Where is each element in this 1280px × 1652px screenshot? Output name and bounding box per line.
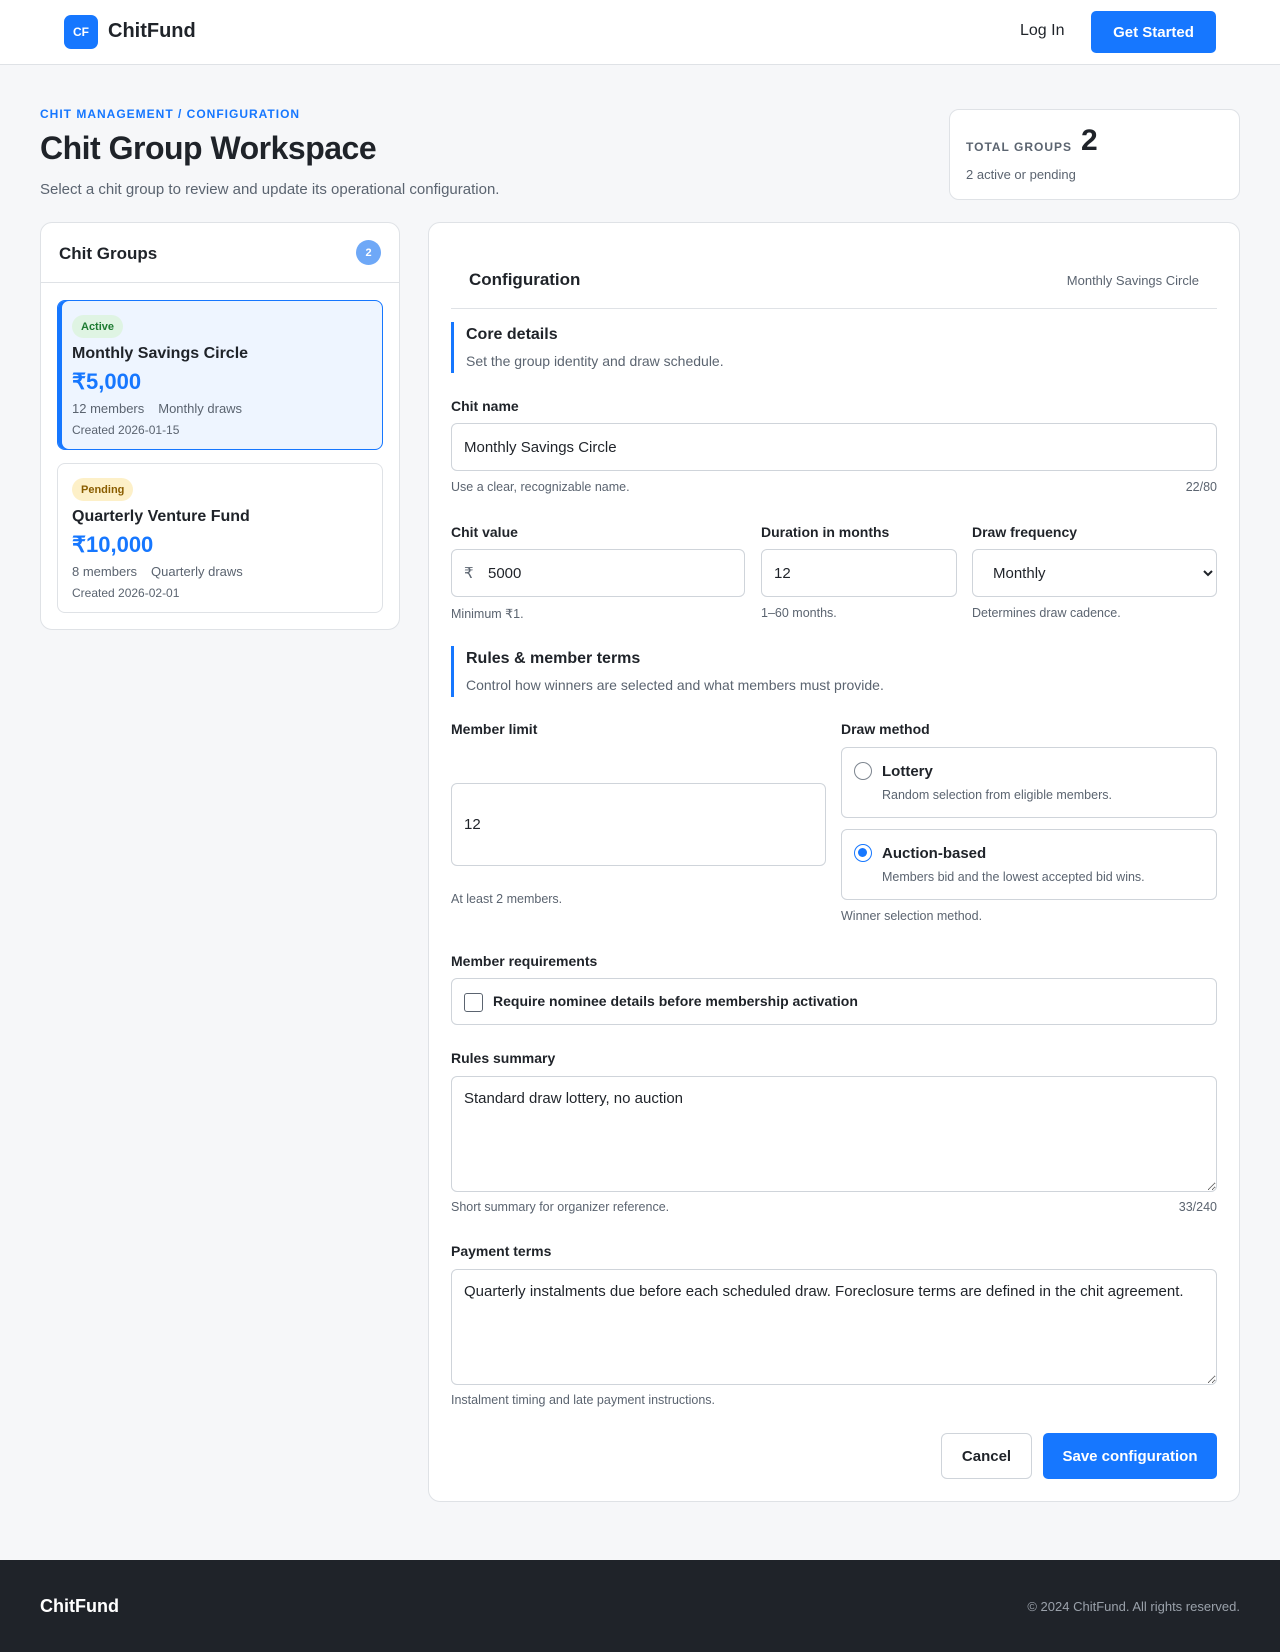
top-navbar: CF ChitFund Log In Get Started [0, 0, 1280, 65]
core-details-title: Core details [466, 326, 558, 343]
group-card-quarterly-venture-fund[interactable]: Pending Quarterly Venture Fund ₹10,000 8… [57, 463, 383, 613]
group-frequency: Quarterly draws [151, 564, 243, 579]
rules-section-heading: Rules & member terms Control how winners… [451, 646, 1217, 697]
chit-name-label: Chit name [451, 398, 519, 414]
payment-terms-hint: Instalment timing and late payment instr… [451, 1393, 716, 1407]
page-title: Chit Group Workspace [40, 130, 377, 166]
group-members: 12 members [72, 401, 145, 416]
duration-hint: 1–60 months. [761, 606, 837, 620]
chit-value-input[interactable] [451, 549, 745, 597]
rules-summary-textarea[interactable]: Standard draw lottery, no auction [451, 1076, 1217, 1192]
chit-name-hint: Use a clear, recognizable name. [451, 480, 630, 494]
checkbox-icon[interactable] [464, 993, 483, 1012]
configuration-header: Configuration Monthly Savings Circle [451, 247, 1217, 309]
draw-method-option-auction[interactable]: Auction-based Members bid and the lowest… [841, 829, 1217, 900]
total-groups-value: 2 [1081, 124, 1098, 157]
chit-groups-count-badge: 2 [356, 240, 381, 265]
group-amount: ₹10,000 [72, 532, 154, 557]
member-limit-label: Member limit [451, 721, 538, 737]
draw-frequency-select[interactable]: Monthly [972, 549, 1217, 597]
total-groups-card: TOTAL GROUPS 2 2 active or pending [949, 109, 1240, 200]
draw-method-label: Draw method [841, 721, 930, 737]
chit-value-label: Chit value [451, 524, 518, 540]
draw-frequency-label: Draw frequency [972, 524, 1078, 540]
group-name: Quarterly Venture Fund [72, 508, 250, 525]
nominee-requirement-checkbox-row[interactable]: Require nominee details before membershi… [451, 978, 1217, 1025]
draw-frequency-hint: Determines draw cadence. [972, 606, 1121, 620]
configuration-panel: Configuration Monthly Savings Circle Cor… [428, 222, 1240, 1502]
get-started-button[interactable]: Get Started [1091, 11, 1216, 53]
chit-name-input[interactable] [451, 423, 1217, 471]
rules-title: Rules & member terms [466, 650, 641, 667]
site-footer: ChitFund © 2024 ChitFund. All rights res… [0, 1560, 1280, 1652]
chit-groups-panel: Chit Groups 2 Active Monthly Savings Cir… [40, 222, 400, 630]
footer-copyright: © 2024 ChitFund. All rights reserved. [1027, 1599, 1240, 1614]
group-meta: 12 members Monthly draws [72, 401, 242, 416]
breadcrumb: CHIT MANAGEMENT / CONFIGURATION [40, 107, 301, 121]
brand-name[interactable]: ChitFund [108, 20, 196, 43]
draw-method-option-description: Members bid and the lowest accepted bid … [882, 870, 1145, 884]
group-frequency: Monthly draws [158, 401, 243, 416]
draw-method-option-title: Lottery [882, 763, 933, 780]
nominee-requirement-label: Require nominee details before membershi… [493, 993, 858, 1009]
total-groups-label: TOTAL GROUPS [966, 140, 1073, 154]
rules-summary-label: Rules summary [451, 1050, 556, 1066]
group-meta: 8 members Quarterly draws [72, 564, 243, 579]
radio-checked-icon[interactable] [854, 844, 872, 862]
total-groups-note: 2 active or pending [966, 167, 1076, 182]
group-created-date: Created 2026-01-15 [72, 423, 180, 437]
draw-method-hint: Winner selection method. [841, 909, 983, 923]
member-requirements-label: Member requirements [451, 953, 598, 969]
cancel-button[interactable]: Cancel [941, 1433, 1032, 1479]
draw-method-option-lottery[interactable]: Lottery Random selection from eligible m… [841, 747, 1217, 818]
group-members: 8 members [72, 564, 138, 579]
rules-description: Control how winners are selected and wha… [466, 677, 884, 693]
group-card-monthly-savings-circle[interactable]: Active Monthly Savings Circle ₹5,000 12 … [57, 300, 383, 450]
chit-groups-header: Chit Groups 2 [41, 223, 399, 283]
core-details-section-heading: Core details Set the group identity and … [451, 322, 1217, 373]
status-badge: Active [72, 315, 124, 338]
group-created-date: Created 2026-02-01 [72, 586, 180, 600]
rupee-prefix-icon: ₹ [464, 565, 474, 582]
login-link[interactable]: Log In [1020, 22, 1064, 40]
chit-value-hint: Minimum ₹1. [451, 607, 524, 621]
group-amount: ₹5,000 [72, 369, 142, 394]
page-subtitle: Select a chit group to review and update… [40, 181, 500, 198]
chit-name-counter: 22/80 [1185, 480, 1217, 494]
chit-groups-title: Chit Groups [59, 244, 158, 263]
rules-summary-hint: Short summary for organizer reference. [451, 1200, 670, 1214]
footer-brand: ChitFund [40, 1596, 119, 1616]
save-configuration-button[interactable]: Save configuration [1043, 1433, 1217, 1479]
group-name: Monthly Savings Circle [72, 345, 249, 362]
payment-terms-label: Payment terms [451, 1243, 552, 1259]
brand-logo[interactable]: CF [64, 15, 98, 49]
duration-input[interactable] [761, 549, 957, 597]
selected-group-name: Monthly Savings Circle [1066, 273, 1199, 288]
configuration-title: Configuration [469, 270, 581, 289]
payment-terms-textarea[interactable]: Quarterly instalments due before each sc… [451, 1269, 1217, 1385]
rules-summary-counter: 33/240 [1178, 1200, 1217, 1214]
status-badge: Pending [72, 478, 134, 501]
draw-method-option-description: Random selection from eligible members. [882, 788, 1112, 802]
duration-label: Duration in months [761, 524, 890, 540]
core-details-description: Set the group identity and draw schedule… [466, 353, 724, 369]
member-limit-input[interactable] [451, 783, 826, 866]
draw-method-option-title: Auction-based [882, 845, 987, 862]
member-limit-hint: At least 2 members. [451, 892, 563, 906]
radio-unchecked-icon[interactable] [854, 762, 872, 780]
